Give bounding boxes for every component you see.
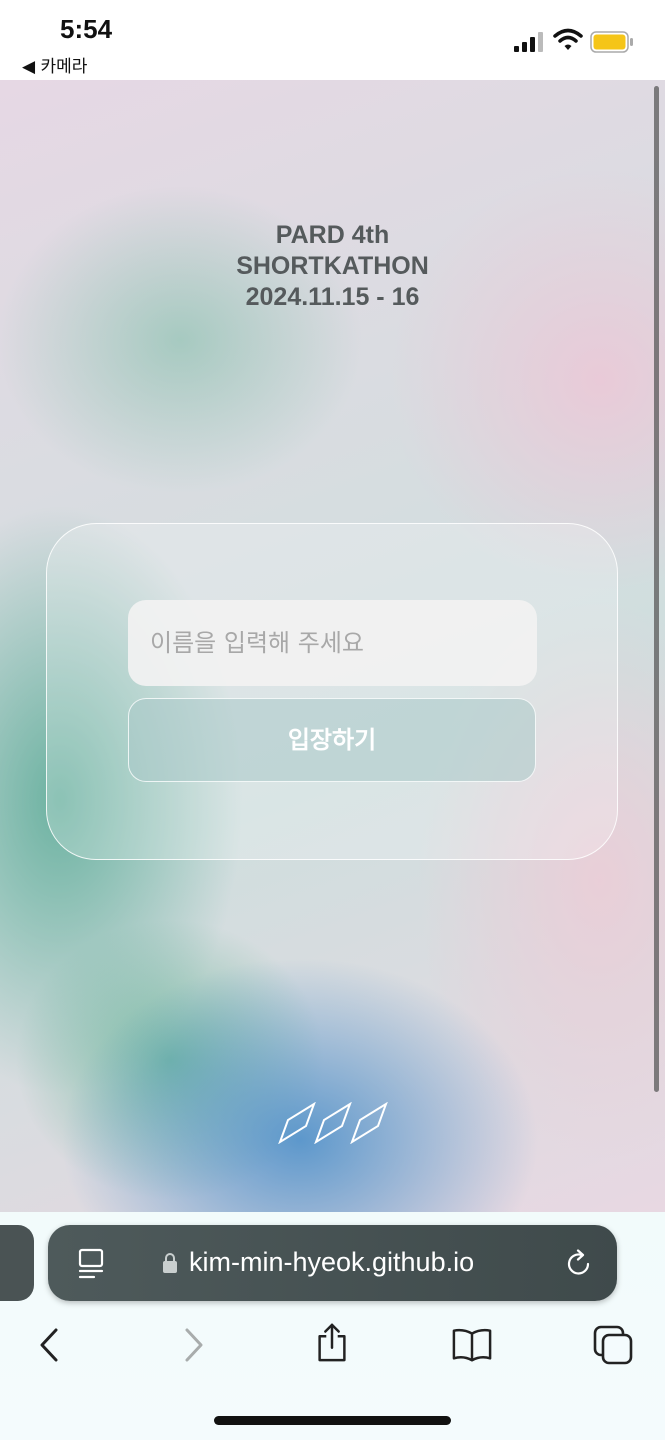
- share-icon[interactable]: [312, 1322, 352, 1362]
- battery-icon: [590, 31, 633, 53]
- reload-icon[interactable]: [565, 1249, 593, 1279]
- status-time: 5:54: [60, 14, 113, 44]
- pard-logo-icon: [278, 1102, 388, 1144]
- enter-button[interactable]: 입장하기: [128, 698, 536, 782]
- page-menu-icon[interactable]: [78, 1248, 104, 1280]
- event-dates: 2024.11.15 - 16: [245, 283, 420, 311]
- event-title-line1: PARD 4th: [275, 221, 390, 249]
- forward-icon[interactable]: [173, 1325, 213, 1365]
- login-card: [46, 523, 618, 860]
- web-page: PARD 4th SHORTKATHON 2024.11.15 - 16 입장하…: [0, 80, 665, 1212]
- status-bar: 5:54 ◀ 카메라: [0, 0, 665, 80]
- home-indicator: [214, 1416, 451, 1425]
- tabs-icon[interactable]: [593, 1325, 633, 1365]
- bookmarks-icon[interactable]: [452, 1325, 492, 1365]
- event-title-line2: SHORTKATHON: [236, 252, 429, 280]
- previous-tab-preview[interactable]: [0, 1225, 34, 1301]
- name-input[interactable]: [128, 600, 537, 686]
- lock-icon: [163, 1253, 177, 1273]
- event-title: PARD 4th SHORTKATHON 2024.11.15 - 16: [0, 220, 665, 313]
- back-icon[interactable]: [30, 1325, 70, 1365]
- back-to-app-link[interactable]: ◀ 카메라: [22, 52, 87, 77]
- cellular-signal-icon: [514, 32, 543, 52]
- url-text[interactable]: kim-min-hyeok.github.io: [189, 1247, 474, 1278]
- wifi-icon: [553, 28, 583, 50]
